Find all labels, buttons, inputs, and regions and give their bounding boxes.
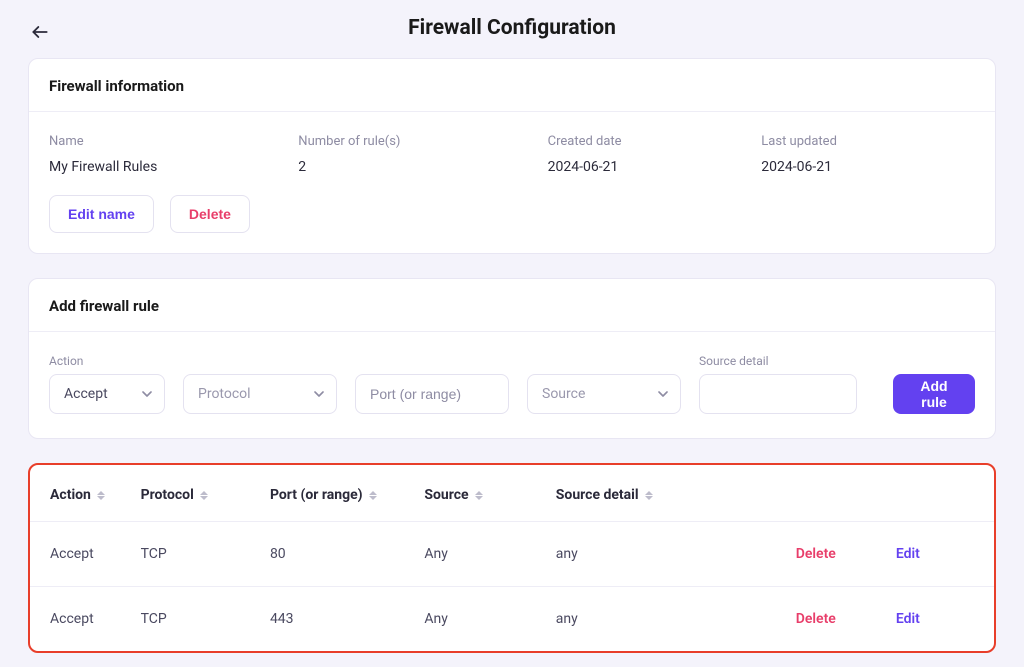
cell-port: 443 <box>270 587 424 652</box>
info-value-rule-count: 2 <box>298 159 547 175</box>
cell-source: Any <box>424 587 555 652</box>
info-label-updated: Last updated <box>761 134 975 149</box>
cell-port: 80 <box>270 522 424 587</box>
firewall-info-card: Firewall information Name My Firewall Ru… <box>28 58 996 254</box>
rules-table: Action Protocol Port (or range) <box>30 465 994 651</box>
page-header: Firewall Configuration <box>0 0 1024 58</box>
firewall-info-title: Firewall information <box>29 59 995 111</box>
edit-name-button[interactable]: Edit name <box>49 195 154 233</box>
cell-protocol: TCP <box>141 522 270 587</box>
protocol-placeholder: Protocol <box>198 386 251 402</box>
th-source-label: Source <box>424 487 468 503</box>
info-label-rule-count: Number of rule(s) <box>298 134 547 149</box>
th-empty-delete <box>796 465 896 522</box>
th-action[interactable]: Action <box>30 465 141 522</box>
cell-action: Accept <box>30 522 141 587</box>
th-protocol[interactable]: Protocol <box>141 465 270 522</box>
caret-down-icon <box>142 391 152 397</box>
page-title: Firewall Configuration <box>28 16 996 40</box>
delete-firewall-button[interactable]: Delete <box>170 195 250 233</box>
caret-down-icon <box>658 391 668 397</box>
info-label-name: Name <box>49 134 298 149</box>
source-detail-input[interactable] <box>699 374 857 414</box>
table-row: Accept TCP 80 Any any Delete Edit <box>30 522 994 587</box>
th-port-label: Port (or range) <box>270 487 363 503</box>
table-row: Accept TCP 443 Any any Delete Edit <box>30 587 994 652</box>
cell-source: Any <box>424 522 555 587</box>
action-label: Action <box>49 354 165 368</box>
th-action-label: Action <box>50 487 91 503</box>
sort-icon <box>475 489 483 501</box>
source-select[interactable]: Source <box>527 374 681 414</box>
source-detail-label: Source detail <box>699 354 857 368</box>
info-value-name: My Firewall Rules <box>49 159 298 175</box>
th-empty-edit <box>896 465 994 522</box>
edit-rule-link[interactable]: Edit <box>896 611 920 627</box>
sort-icon <box>369 489 377 501</box>
edit-rule-link[interactable]: Edit <box>896 546 920 562</box>
th-source-detail-label: Source detail <box>556 487 639 503</box>
delete-rule-link[interactable]: Delete <box>796 546 836 562</box>
protocol-select[interactable]: Protocol <box>183 374 337 414</box>
cell-protocol: TCP <box>141 587 270 652</box>
port-input[interactable] <box>355 374 509 414</box>
add-rule-title: Add firewall rule <box>29 279 995 331</box>
sort-icon <box>200 489 208 501</box>
th-source[interactable]: Source <box>424 465 555 522</box>
sort-icon <box>97 489 105 501</box>
cell-action: Accept <box>30 587 141 652</box>
sort-icon <box>645 489 653 501</box>
info-label-created: Created date <box>548 134 762 149</box>
back-arrow-icon[interactable] <box>28 20 52 44</box>
add-rule-button[interactable]: Add rule <box>893 374 975 414</box>
cell-source-detail: any <box>556 522 796 587</box>
cell-source-detail: any <box>556 587 796 652</box>
th-source-detail[interactable]: Source detail <box>556 465 796 522</box>
action-select-value: Accept <box>64 386 108 402</box>
source-placeholder: Source <box>542 386 585 402</box>
th-port[interactable]: Port (or range) <box>270 465 424 522</box>
action-select[interactable]: Accept <box>49 374 165 414</box>
info-value-created: 2024-06-21 <box>548 159 762 175</box>
caret-down-icon <box>314 391 324 397</box>
delete-rule-link[interactable]: Delete <box>796 611 836 627</box>
add-rule-card: Add firewall rule Action Accept Protocol <box>28 278 996 439</box>
rules-table-card: Action Protocol Port (or range) <box>28 463 996 653</box>
info-value-updated: 2024-06-21 <box>761 159 975 175</box>
th-protocol-label: Protocol <box>141 487 194 503</box>
